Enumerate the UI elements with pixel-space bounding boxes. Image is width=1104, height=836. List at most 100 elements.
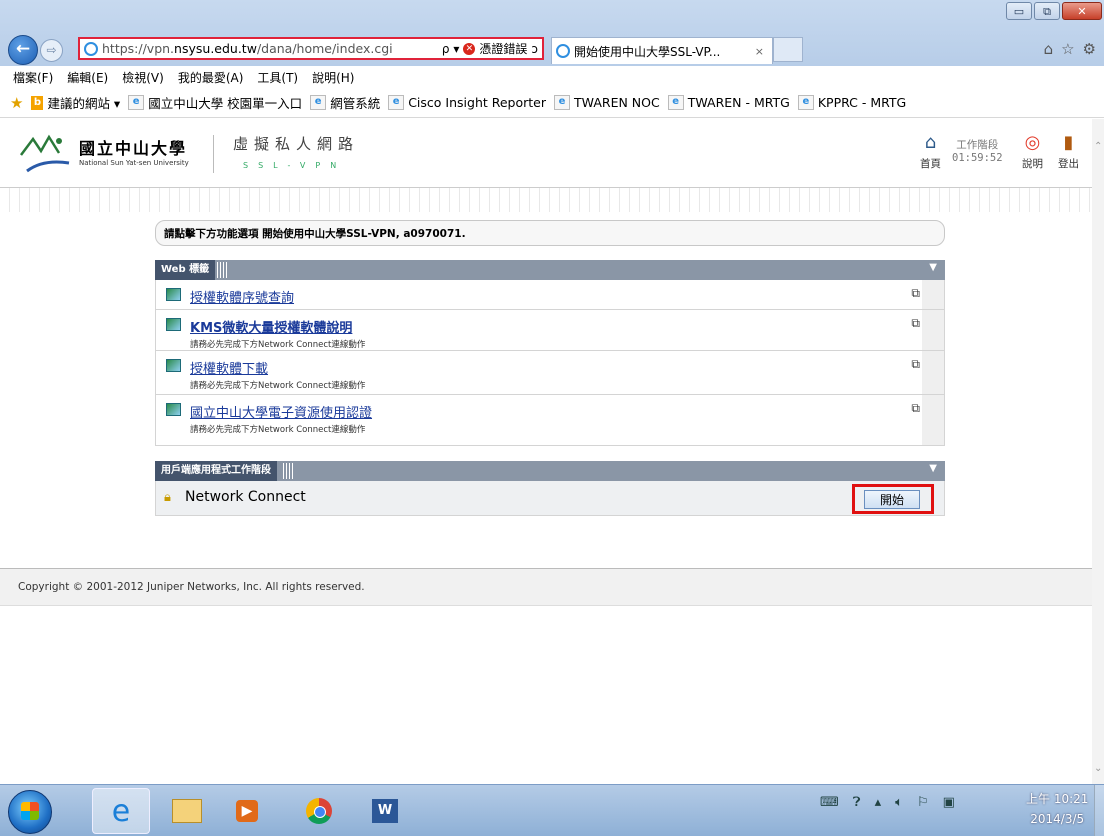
back-button[interactable]: ←: [8, 35, 38, 65]
vertical-scrollbar[interactable]: [1092, 119, 1104, 784]
menu-bar: 檔案(F) 編輯(E) 檢視(V) 我的最愛(A) 工具(T) 說明(H): [0, 66, 1104, 88]
maximize-button[interactable]: ⧉: [1034, 2, 1060, 20]
open-new-window-icon[interactable]: ⧉: [911, 286, 920, 301]
fav-item[interactable]: e TWAREN NOC: [554, 95, 660, 110]
cert-error-label[interactable]: 憑證錯誤: [479, 40, 527, 57]
tab-title: 開始使用中山大學SSL-VP...: [574, 44, 721, 59]
taskbar-explorer[interactable]: [158, 788, 216, 834]
new-tab-button[interactable]: [773, 37, 803, 62]
logo-english-name: National Sun Yat-sen University: [79, 159, 189, 167]
bookmark-link[interactable]: 授權軟體下載: [190, 358, 268, 377]
fav-item[interactable]: e 網管系統: [310, 93, 380, 112]
main-content: 請點擊下方功能選項 開始使用中山大學SSL-VPN, a0970071. Web…: [155, 220, 945, 516]
bookmark-link[interactable]: 國立中山大學電子資源使用認證: [190, 402, 372, 421]
close-window-button[interactable]: ✕: [1062, 2, 1102, 20]
bookmark-row: 授權軟體序號查詢 ⧉: [155, 280, 945, 310]
page-footer: Copyright © 2001-2012 Juniper Networks, …: [0, 569, 1092, 606]
clock-date: 2014/3/5: [1030, 812, 1085, 826]
browser-titlebar: ▭ ⧉ ✕ ← ⇨ https://vpn.nsysu.edu.tw/dana/…: [0, 0, 1104, 66]
ie-page-icon: [84, 41, 98, 56]
word-icon: W: [372, 799, 398, 823]
page-viewport: 國立中山大學 National Sun Yat-sen University 虛…: [0, 119, 1092, 784]
search-dropdown-icon[interactable]: ρ ▾: [442, 42, 459, 56]
tab-close-icon[interactable]: ×: [755, 45, 764, 58]
menu-view[interactable]: 檢視(V): [122, 69, 164, 86]
tab-active[interactable]: 開始使用中山大學SSL-VP... ×: [551, 37, 773, 64]
lock-icon: 🔒︎: [164, 490, 171, 505]
collapse-icon[interactable]: ▼: [929, 463, 937, 474]
volume-icon[interactable]: 🔈︎: [895, 795, 903, 810]
favorites-icon[interactable]: ☆: [1061, 40, 1074, 58]
settings-icon[interactable]: ⚙: [1083, 40, 1096, 58]
favorites-bar: ★ b 建議的網站 ▾ e 國立中山大學 校園單一入口 e 網管系統 e Cisco I…: [0, 88, 1104, 118]
ie-icon: e: [554, 95, 571, 110]
address-bar[interactable]: https://vpn.nsysu.edu.tw/dana/home/index…: [78, 37, 544, 60]
header-grip-icon: [217, 262, 227, 278]
browser-tools: ⌂ ☆ ⚙: [1044, 40, 1096, 58]
taskbar-word[interactable]: W: [356, 788, 414, 834]
show-desktop-button[interactable]: [1094, 785, 1104, 836]
session-info: 工作階段 01:59:52: [952, 133, 1003, 164]
bing-icon: b: [31, 95, 44, 110]
welcome-message: 請點擊下方功能選項 開始使用中山大學SSL-VPN, a0970071.: [155, 220, 945, 246]
logout-link[interactable]: ▮ 登出: [1058, 133, 1079, 171]
fav-item[interactable]: e Cisco Insight Reporter: [388, 95, 546, 110]
site-header: 國立中山大學 National Sun Yat-sen University 虛…: [0, 119, 1092, 188]
windows-logo-icon: [21, 802, 39, 820]
show-hidden-icon[interactable]: ▴: [875, 795, 882, 810]
web-bookmarks-header: Web 標籤 ▼: [155, 260, 945, 280]
taskbar-chrome[interactable]: [290, 788, 348, 834]
scroll-down-icon[interactable]: ⌄: [1094, 763, 1102, 774]
university-logo: [20, 134, 70, 173]
start-button[interactable]: 開始: [864, 490, 920, 509]
menu-help[interactable]: 說明(H): [312, 69, 354, 86]
menu-edit[interactable]: 編輯(E): [67, 69, 108, 86]
windows-taskbar: e ▶ W ⌨ ❓︎ ▴ 🔈︎ ⚐ ▣ 上午 10:21 2014/3/5: [0, 784, 1104, 836]
forward-button[interactable]: ⇨: [40, 39, 63, 62]
address-url[interactable]: https://vpn.nsysu.edu.tw/dana/home/index…: [102, 41, 393, 56]
session-label: 工作階段: [956, 139, 999, 151]
bookmark-link[interactable]: KMS微軟大量授權軟體說明: [190, 317, 352, 336]
network-icon[interactable]: ▣: [943, 795, 955, 810]
taskbar-ie[interactable]: e: [92, 788, 150, 834]
taskbar-clock[interactable]: 上午 10:21 2014/3/5: [1026, 789, 1088, 829]
menu-tools[interactable]: 工具(T): [257, 69, 298, 86]
row-sidebar: [922, 280, 944, 309]
home-link[interactable]: ⌂ 首頁: [920, 133, 941, 171]
fav-item[interactable]: e 國立中山大學 校園單一入口: [128, 93, 302, 112]
web-bookmark-icon: [166, 288, 181, 301]
open-new-window-icon[interactable]: ⧉: [911, 316, 920, 331]
row-sidebar: [922, 395, 944, 445]
bookmark-note: 請務必先完成下方Network Connect連線動作: [190, 425, 366, 435]
start-menu-button[interactable]: [8, 790, 52, 834]
keyboard-icon[interactable]: ⌨: [820, 795, 839, 810]
bookmark-note: 請務必先完成下方Network Connect連線動作: [190, 381, 366, 391]
client-apps-header: 用戶端應用程式工作階段 ▼: [155, 461, 945, 481]
flag-icon[interactable]: ⚐: [917, 795, 929, 810]
ie-icon: e: [797, 95, 814, 110]
taskbar-media[interactable]: ▶: [218, 788, 276, 834]
ie-icon: e: [388, 95, 405, 110]
client-apps-title: 用戶端應用程式工作階段: [155, 461, 277, 481]
favorites-star-icon[interactable]: ★: [10, 94, 23, 112]
collapse-icon[interactable]: ▼: [929, 262, 937, 273]
open-new-window-icon[interactable]: ⧉: [911, 357, 920, 372]
open-new-window-icon[interactable]: ⧉: [911, 401, 920, 416]
fav-item[interactable]: e TWAREN - MRTG: [667, 95, 790, 110]
bookmark-link[interactable]: 授權軟體序號查詢: [190, 287, 294, 306]
header-grip-icon: [283, 463, 293, 479]
home-icon[interactable]: ⌂: [1044, 40, 1054, 58]
scroll-up-icon[interactable]: ⌃: [1094, 141, 1102, 152]
minimize-button[interactable]: ▭: [1006, 2, 1032, 20]
help-link[interactable]: ◎ 說明: [1022, 133, 1043, 171]
help-circle-icon[interactable]: ❓︎: [853, 795, 861, 810]
row-sidebar: [922, 310, 944, 350]
refresh-icon[interactable]: ↄ: [531, 42, 538, 56]
fav-item[interactable]: e KPPRC - MRTG: [797, 95, 906, 110]
menu-favorites[interactable]: 我的最愛(A): [178, 69, 244, 86]
tab-ie-icon: [556, 44, 570, 58]
fav-suggested[interactable]: b 建議的網站 ▾: [31, 93, 120, 112]
media-player-icon: ▶: [236, 800, 258, 822]
copyright-text: Copyright © 2001-2012 Juniper Networks, …: [18, 581, 365, 593]
menu-file[interactable]: 檔案(F): [13, 69, 53, 86]
